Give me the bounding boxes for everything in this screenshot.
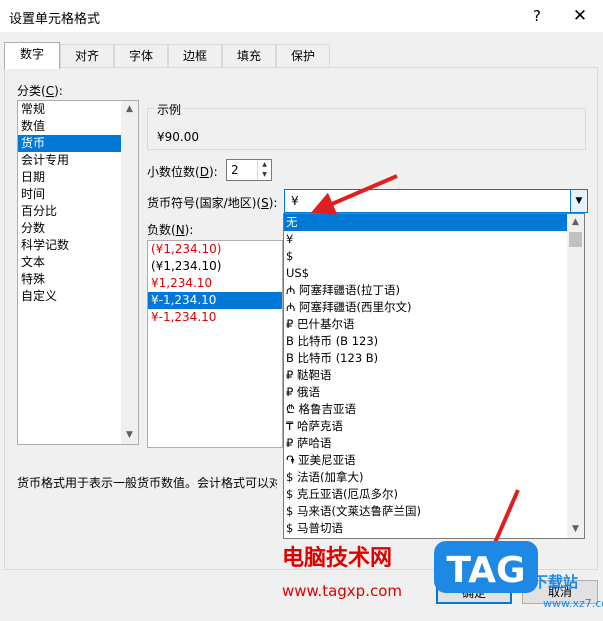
negative-label: 负数(N):: [147, 223, 194, 237]
dropdown-item[interactable]: ₽ 萨哈语: [284, 435, 584, 452]
dropdown-item[interactable]: $ 法语(加拿大): [284, 469, 584, 486]
negative-item[interactable]: ¥-1,234.10: [148, 309, 282, 326]
category-item[interactable]: 数值: [18, 118, 138, 135]
dropdown-item[interactable]: $ 克丘亚语(厄瓜多尔): [284, 486, 584, 503]
dropdown-item[interactable]: ₾ 格鲁吉亚语: [284, 401, 584, 418]
category-item-selected[interactable]: 货币: [18, 135, 138, 152]
dropdown-item-selected[interactable]: 无: [284, 214, 584, 231]
decimals-label: 小数位数(D):: [147, 165, 218, 179]
tab-fill[interactable]: 填充: [222, 44, 276, 68]
currency-label: 货币符号(国家/地区)(S):: [147, 196, 278, 210]
dropdown-item[interactable]: $ 马来语(文莱达鲁萨兰国): [284, 503, 584, 520]
window-title: 设置单元格格式: [9, 12, 101, 27]
scroll-up-icon[interactable]: ▲: [567, 214, 584, 231]
category-item[interactable]: 日期: [18, 169, 138, 186]
tab-border[interactable]: 边框: [168, 44, 222, 68]
dropdown-item[interactable]: ₽ 俄语: [284, 384, 584, 401]
dropdown-item[interactable]: ₸ 哈萨克语: [284, 418, 584, 435]
sample-value: ¥90.00: [157, 130, 199, 144]
category-item[interactable]: 会计专用: [18, 152, 138, 169]
stepper-buttons: ▲ ▼: [257, 160, 271, 180]
currency-select[interactable]: ¥ ▼: [284, 189, 588, 213]
dropdown-item[interactable]: ₼ 阿塞拜疆语(西里尔文): [284, 299, 584, 316]
svg-text:TAG: TAG: [446, 550, 525, 591]
dropdown-item[interactable]: ₼ 阿塞拜疆语(拉丁语): [284, 282, 584, 299]
stepper-down-icon[interactable]: ▼: [258, 170, 271, 180]
negative-format-list[interactable]: (¥1,234.10) (¥1,234.10) ¥1,234.10 ¥-1,23…: [147, 240, 283, 448]
sample-group: [147, 108, 586, 150]
watermark-text: 电脑技术网: [282, 546, 393, 571]
dropdown-item[interactable]: $ 马普切语: [284, 520, 584, 537]
tab-font[interactable]: 字体: [114, 44, 168, 68]
scroll-down-icon[interactable]: ▼: [121, 427, 138, 444]
help-button[interactable]: ?: [523, 4, 551, 28]
negative-item[interactable]: (¥1,234.10): [148, 258, 282, 275]
scroll-down-icon[interactable]: ▼: [567, 521, 584, 538]
stepper-up-icon[interactable]: ▲: [258, 160, 271, 170]
decimals-value[interactable]: 2: [231, 163, 239, 177]
dropdown-item[interactable]: ¥: [284, 231, 584, 248]
close-button[interactable]: ✕: [566, 4, 594, 28]
category-item[interactable]: 科学记数: [18, 237, 138, 254]
dropdown-item[interactable]: ֏ 亚美尼亚语: [284, 452, 584, 469]
category-item[interactable]: 特殊: [18, 271, 138, 288]
negative-item-selected[interactable]: ¥-1,234.10: [148, 292, 282, 309]
currency-dropdown-list[interactable]: 无 ¥ $ US$ ₼ 阿塞拜疆语(拉丁语) ₼ 阿塞拜疆语(西里尔文) ₽ 巴…: [283, 213, 585, 539]
dropdown-item[interactable]: B 比特币 (B 123): [284, 333, 584, 350]
watermark-site: 下载站: [533, 573, 579, 591]
category-item[interactable]: 百分比: [18, 203, 138, 220]
negative-item[interactable]: (¥1,234.10): [148, 241, 282, 258]
category-list[interactable]: 常规 数值 货币 会计专用 日期 时间 百分比 分数 科学记数 文本 特殊 自定…: [17, 100, 139, 445]
tab-protection[interactable]: 保护: [276, 44, 330, 68]
sample-label: 示例: [155, 101, 184, 118]
dropdown-item[interactable]: B 比特币 (123 B): [284, 350, 584, 367]
currency-value: ¥: [291, 194, 299, 208]
dropdown-scrollbar[interactable]: ▲ ▼: [567, 214, 584, 538]
category-item[interactable]: 自定义: [18, 288, 138, 305]
category-label: 分类(C):: [17, 84, 63, 98]
dropdown-item[interactable]: ₽ 鞑靼语: [284, 367, 584, 384]
format-description: 货币格式用于表示一般货币数值。会计格式可以对一列数值进行小数点对齐。: [17, 476, 277, 490]
category-item[interactable]: 时间: [18, 186, 138, 203]
title-bar: 设置单元格格式 ? ✕: [0, 0, 603, 32]
chevron-down-icon[interactable]: ▼: [570, 190, 587, 212]
scroll-up-icon[interactable]: ▲: [121, 101, 138, 118]
tab-number[interactable]: 数字: [4, 42, 60, 69]
decimals-stepper[interactable]: 2 ▲ ▼: [226, 159, 272, 181]
category-item[interactable]: 分数: [18, 220, 138, 237]
tab-alignment[interactable]: 对齐: [60, 44, 114, 68]
watermark-url: www.tagxp.com: [282, 582, 402, 600]
tag-logo-icon: TAG: [434, 541, 538, 593]
watermark-site-url: www.xz7.com: [543, 597, 603, 610]
category-item[interactable]: 文本: [18, 254, 138, 271]
category-scrollbar[interactable]: ▲ ▼: [121, 101, 138, 444]
negative-item[interactable]: ¥1,234.10: [148, 275, 282, 292]
scroll-thumb[interactable]: [569, 232, 582, 247]
category-item[interactable]: 常规: [18, 101, 138, 118]
dropdown-item[interactable]: $: [284, 248, 584, 265]
dropdown-item[interactable]: US$: [284, 265, 584, 282]
dropdown-item[interactable]: ₽ 巴什基尔语: [284, 316, 584, 333]
